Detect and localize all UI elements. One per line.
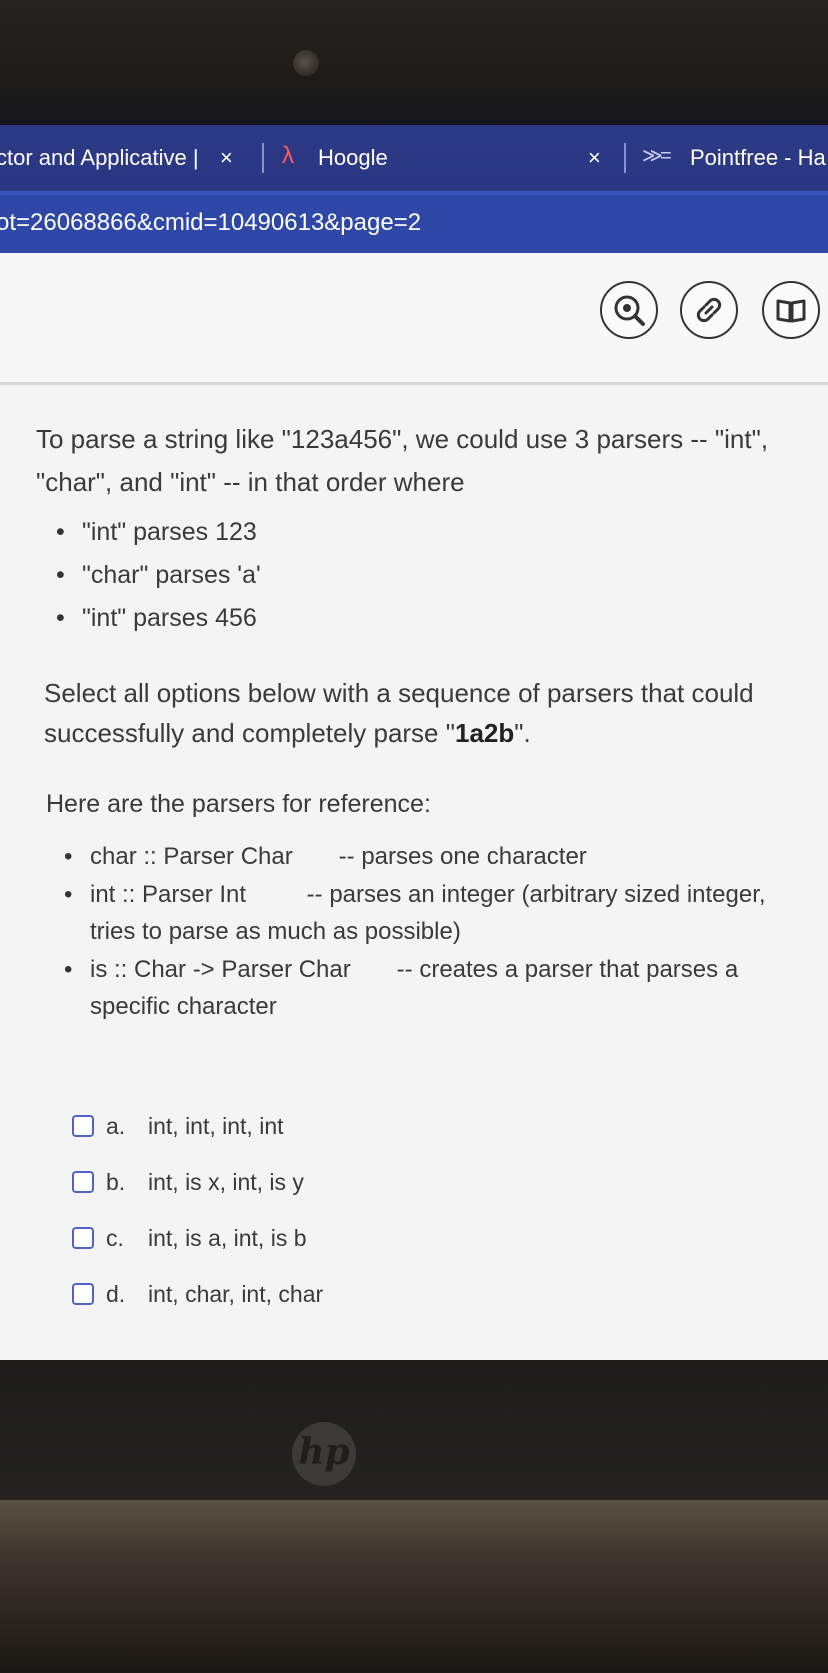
tab-pointfree[interactable]: Pointfree - Ha — [690, 143, 826, 173]
reference-item-int: int :: Parser Int -- parses an integer (… — [64, 876, 814, 950]
parser-signature: int :: Parser Int — [90, 881, 247, 908]
option-letter: a. — [106, 1112, 126, 1139]
option-letter: b. — [106, 1168, 126, 1195]
separator: -- — [396, 956, 413, 983]
close-icon[interactable]: × — [588, 145, 601, 171]
hp-logo: hp — [292, 1422, 356, 1486]
tab-hoogle[interactable]: Hoogle — [318, 143, 388, 173]
eye-search-icon — [614, 295, 645, 326]
option-c[interactable]: c. int, is a, int, is b — [72, 1210, 323, 1266]
parser-signature: char :: Parser Char — [90, 843, 293, 870]
checkbox-icon[interactable] — [72, 1227, 94, 1249]
parser-signature: is :: Char -> Parser Char — [90, 956, 351, 983]
address-bar[interactable]: ot=26068866&cmid=10490613&page=2 — [0, 191, 828, 253]
list-item: "int" parses 123 — [56, 511, 261, 554]
option-d[interactable]: d. int, char, int, char — [72, 1266, 323, 1322]
answer-options: a. int, int, int, int b. int, is x, int,… — [72, 1098, 323, 1322]
option-letter: d. — [106, 1280, 126, 1307]
tab-functor-applicative[interactable]: ctor and Applicative | — [0, 143, 199, 173]
list-item: "int" parses 456 — [56, 597, 261, 640]
eye-search-button[interactable] — [600, 281, 658, 339]
browser-tab-bar: ctor and Applicative | × λ Hoogle × ≫= P… — [0, 125, 828, 191]
close-icon[interactable]: × — [220, 145, 233, 171]
option-b[interactable]: b. int, is x, int, is y — [72, 1154, 323, 1210]
laptop-body — [0, 1500, 828, 1673]
reference-item-is: is :: Char -> Parser Char -- creates a p… — [64, 951, 814, 1025]
checkbox-icon[interactable] — [72, 1115, 94, 1137]
parser-description: parses one character — [361, 843, 587, 870]
reference-list: char :: Parser Char -- parses one charac… — [64, 838, 814, 1026]
url-text[interactable]: ot=26068866&cmid=10490613&page=2 — [0, 207, 421, 239]
option-text: int, is a, int, is b — [148, 1224, 307, 1251]
question-prompt: Select all options below with a sequence… — [44, 673, 804, 753]
option-text: int, char, int, char — [148, 1280, 324, 1307]
question-intro: To parse a string like "123a456", we cou… — [36, 424, 769, 497]
option-text: int, int, int, int — [148, 1112, 284, 1139]
checkbox-icon[interactable] — [72, 1283, 94, 1305]
pointfree-icon: ≫= — [642, 145, 672, 167]
separator: -- — [306, 881, 323, 908]
laptop-bottom-bezel: hp — [0, 1360, 828, 1500]
link-icon — [696, 297, 722, 323]
question-content: To parse a string like "123a456", we cou… — [0, 388, 828, 1360]
lambda-icon: λ — [282, 142, 294, 169]
checkbox-icon[interactable] — [72, 1171, 94, 1193]
option-text: int, is x, int, is y — [148, 1168, 304, 1195]
tab-separator — [624, 143, 626, 173]
target-string: 1a2b — [454, 718, 515, 748]
separator: -- — [338, 843, 355, 870]
option-a[interactable]: a. int, int, int, int — [72, 1098, 323, 1154]
webcam — [293, 50, 319, 76]
book-button[interactable] — [762, 281, 820, 339]
example-list: "int" parses 123 "char" parses 'a' "int"… — [56, 511, 261, 640]
reference-item-char: char :: Parser Char -- parses one charac… — [64, 838, 814, 875]
list-item: "char" parses 'a' — [56, 554, 261, 597]
laptop-top-bezel — [0, 0, 828, 125]
prompt-prefix: Select all options below with a sequence… — [44, 678, 754, 748]
reference-heading: Here are the parsers for reference: — [46, 790, 431, 818]
link-button[interactable] — [680, 281, 738, 339]
option-letter: c. — [106, 1224, 124, 1251]
prompt-suffix: ". — [514, 718, 531, 748]
book-icon — [776, 299, 806, 323]
page-toolbar — [0, 253, 828, 385]
laptop-screen: ctor and Applicative | × λ Hoogle × ≫= P… — [0, 125, 828, 1360]
tab-separator — [262, 143, 264, 173]
